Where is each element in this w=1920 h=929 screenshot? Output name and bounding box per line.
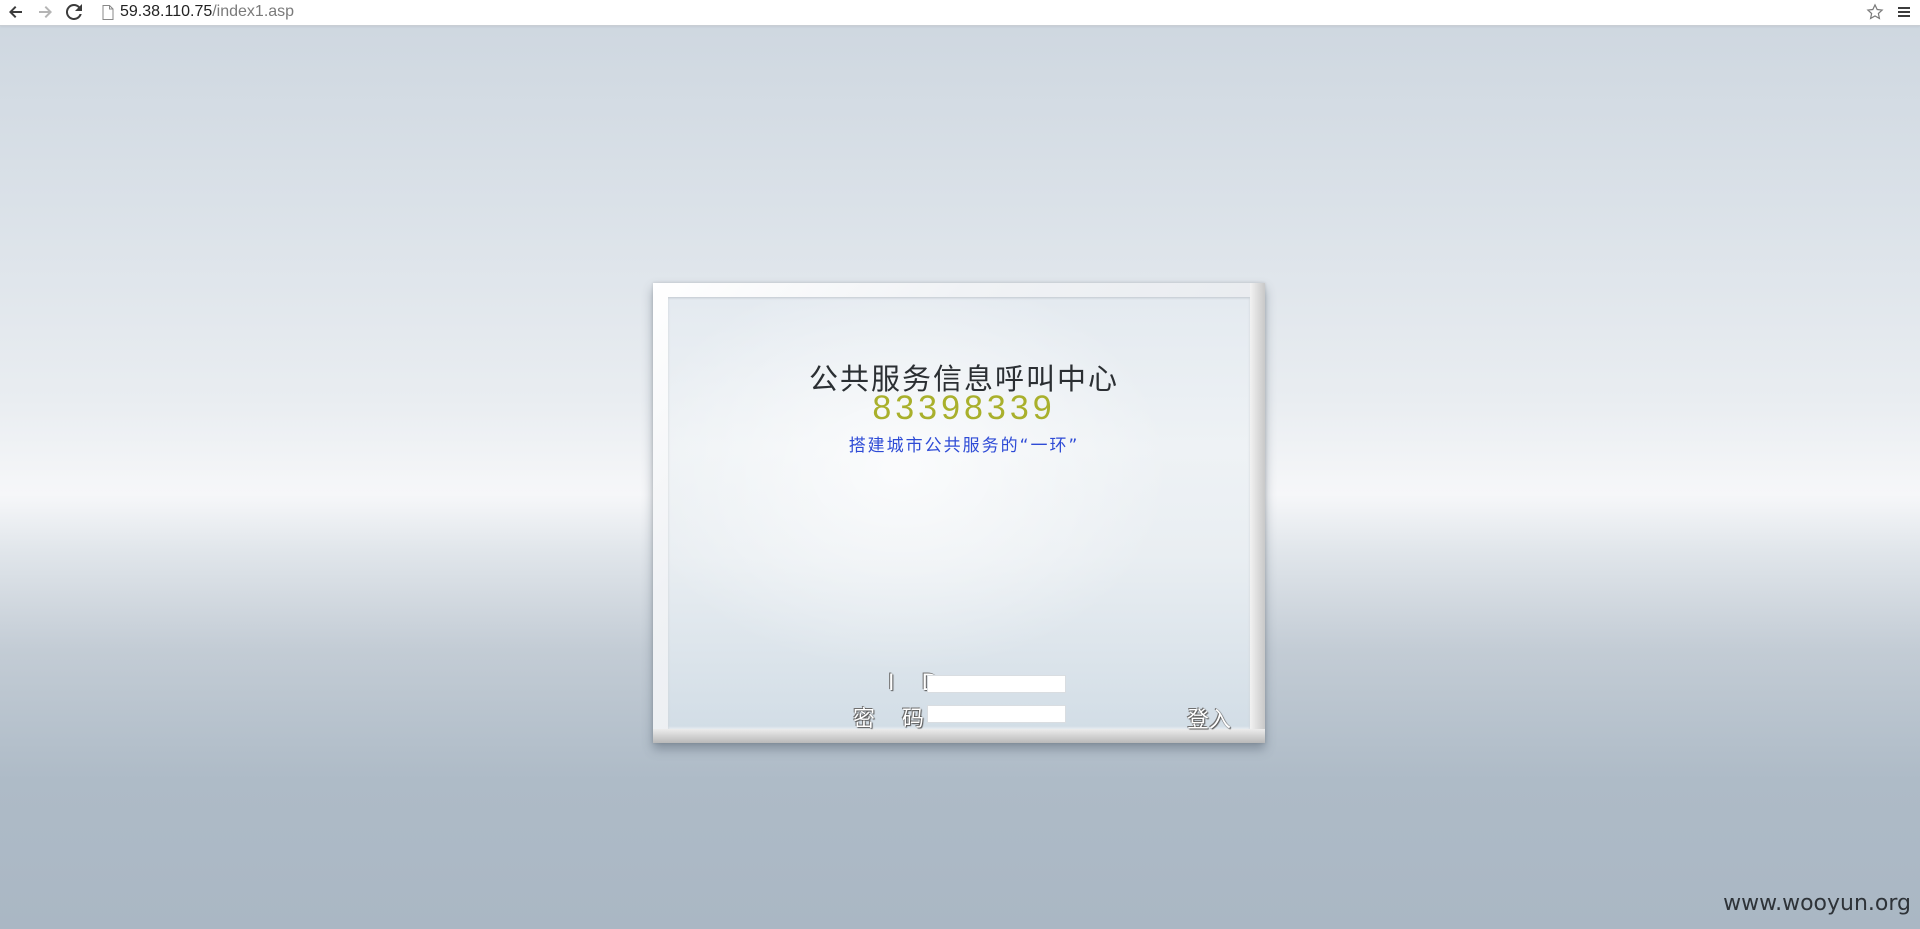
panel-bevel-bottom <box>653 729 1265 743</box>
url-path: /index1.asp <box>212 3 295 20</box>
back-button[interactable] <box>5 0 27 24</box>
login-panel: 公共服务信息呼叫中心 83398339 搭建城市公共服务的“一环” I D 密 … <box>653 283 1265 743</box>
login-panel-face: 公共服务信息呼叫中心 83398339 搭建城市公共服务的“一环” I D 密 … <box>668 297 1250 733</box>
hotline-number: 83398339 <box>872 389 1056 427</box>
arrow-left-icon <box>8 4 24 20</box>
panel-bevel-right <box>1250 283 1265 743</box>
url-host: 59.38.110.75 <box>120 3 213 20</box>
forward-button[interactable] <box>34 0 56 24</box>
reload-icon <box>66 4 82 20</box>
arrow-right-icon <box>37 4 53 20</box>
bookmark-button[interactable] <box>1864 0 1886 24</box>
login-button[interactable]: 登入 <box>1187 702 1231 734</box>
password-label: 密 码 <box>853 707 934 732</box>
address-bar[interactable]: 59.38.110.75/index1.asp <box>96 1 1856 23</box>
page-icon <box>102 5 114 24</box>
reload-button[interactable] <box>63 0 85 24</box>
slogan: 搭建城市公共服务的“一环” <box>848 436 1080 456</box>
password-input[interactable] <box>927 705 1066 723</box>
star-icon <box>1866 3 1884 21</box>
hamburger-menu-icon <box>1896 4 1912 20</box>
browser-toolbar: 59.38.110.75/index1.asp <box>0 0 1920 26</box>
menu-button[interactable] <box>1893 0 1915 24</box>
id-input[interactable] <box>927 675 1066 693</box>
watermark: www.wooyun.org <box>1723 891 1911 916</box>
